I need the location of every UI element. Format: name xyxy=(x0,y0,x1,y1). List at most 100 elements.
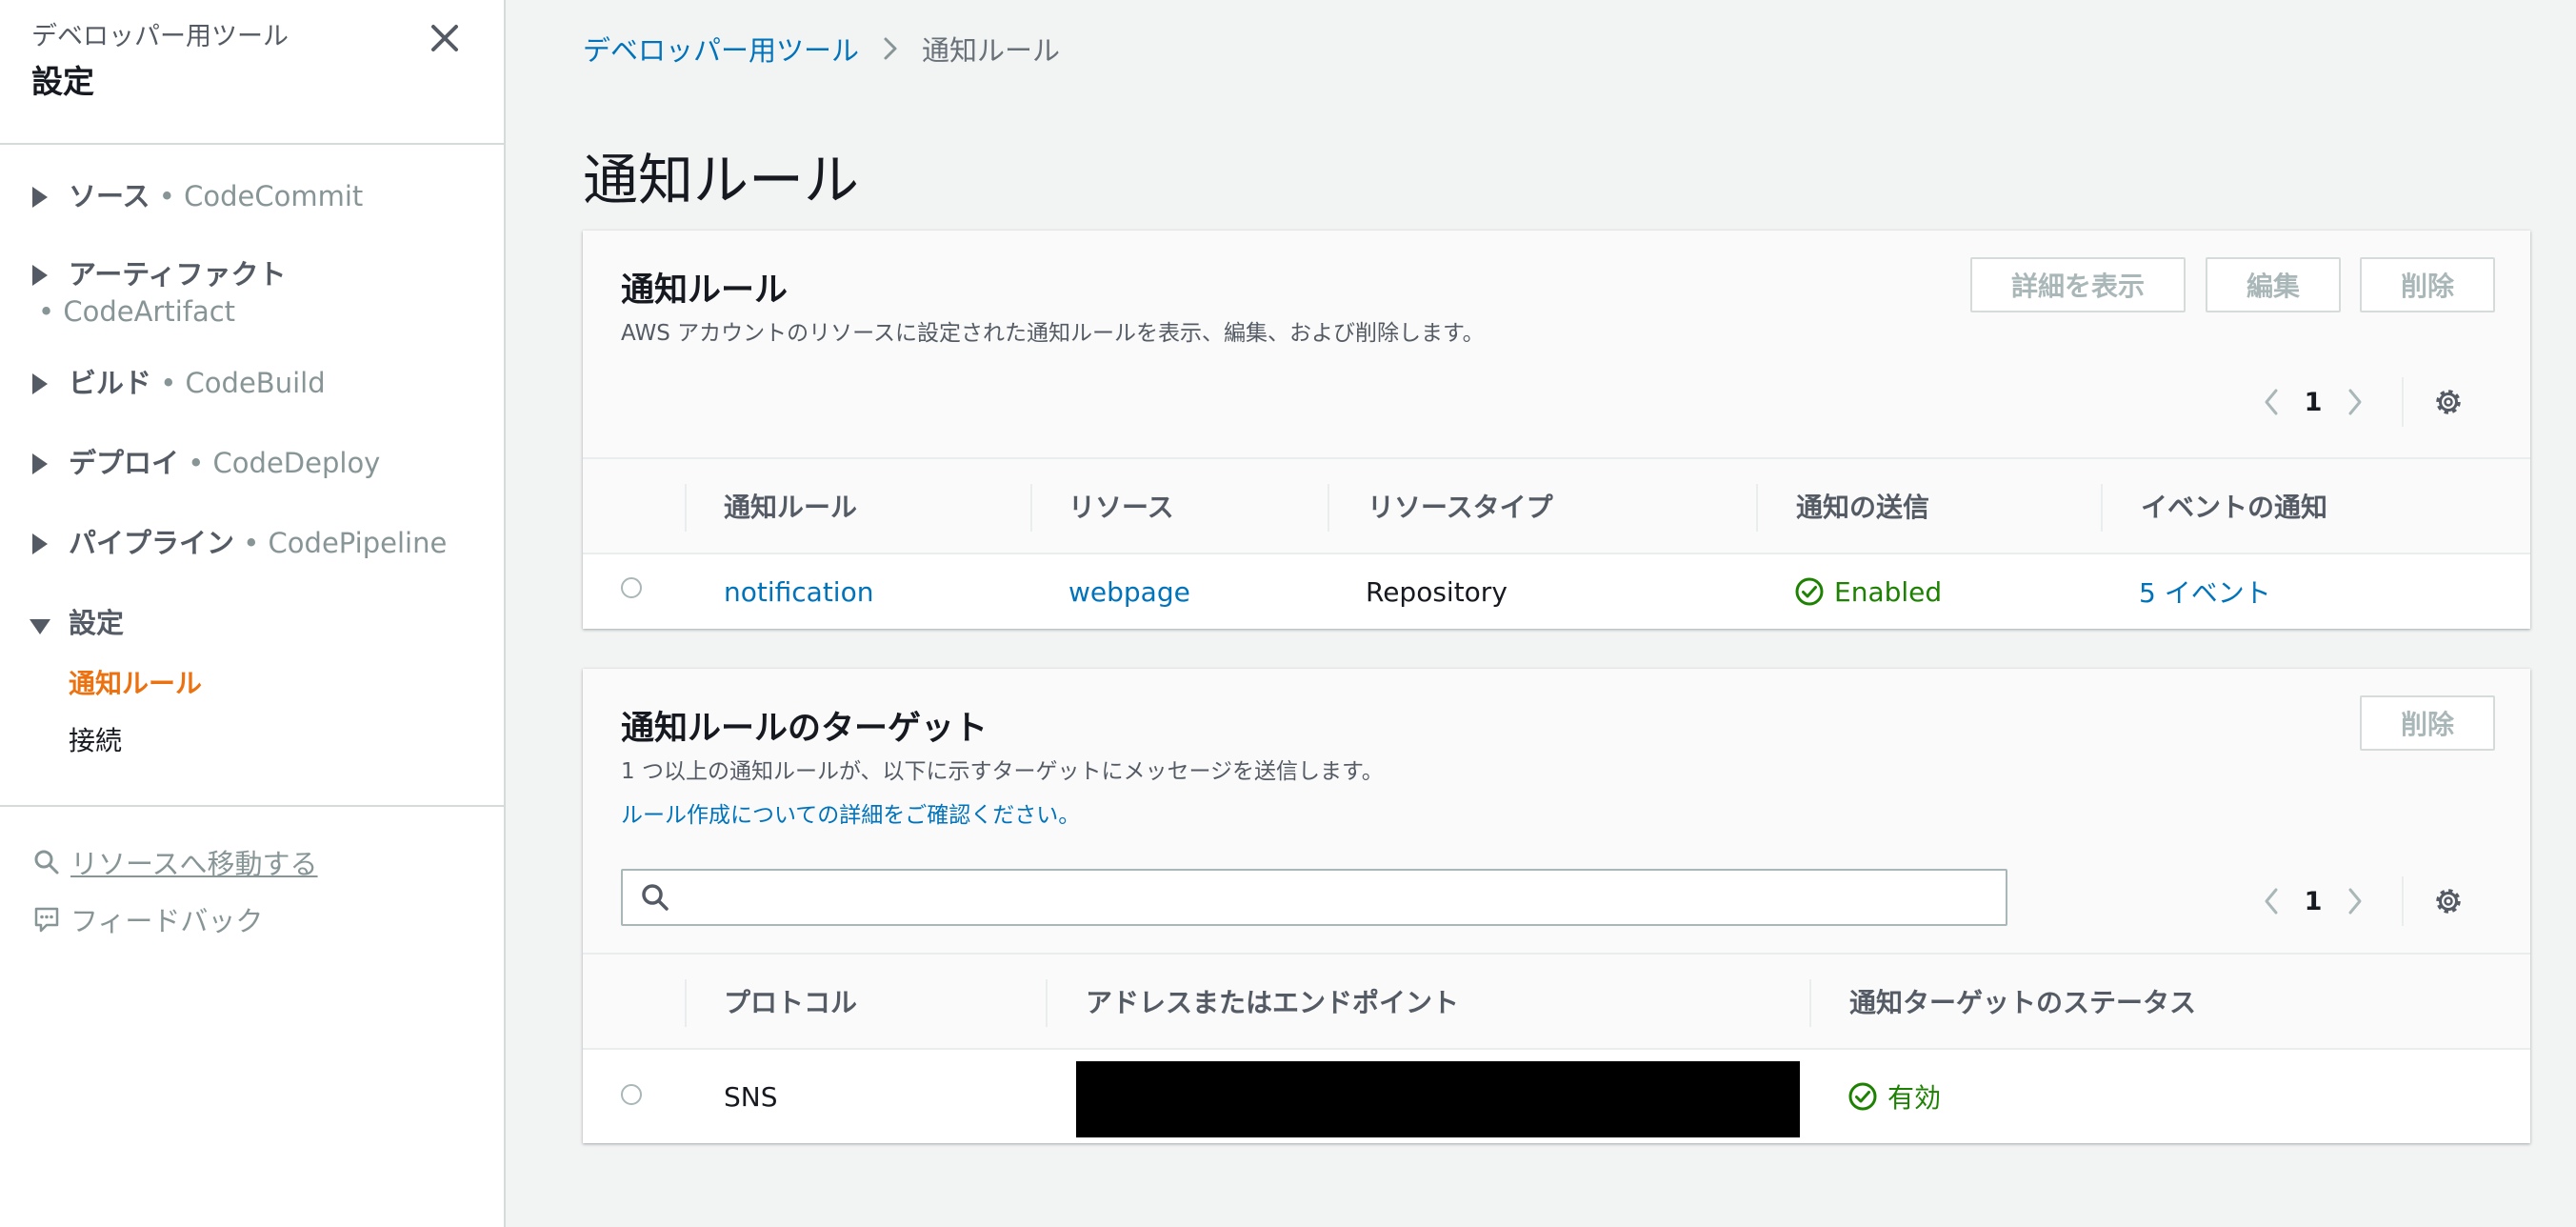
sidebar-item-label: 設定 xyxy=(69,607,125,639)
sidebar-item-label: アーティファクト xyxy=(69,258,287,291)
page-number[interactable]: 1 xyxy=(2282,887,2345,916)
chevron-right-icon[interactable] xyxy=(2345,386,2366,418)
column-separator xyxy=(1328,484,1329,532)
caret-right-icon xyxy=(32,373,48,394)
pagination-divider xyxy=(2402,876,2404,926)
chevron-right-icon xyxy=(880,34,901,63)
feedback-label: フィードバック xyxy=(70,905,264,937)
sidebar-item-label: パイプライン xyxy=(69,527,235,559)
table-header: プロトコル アドレスまたはエンドポイント 通知ターゲットのステータス xyxy=(583,953,2530,1050)
search-field[interactable] xyxy=(621,869,2007,926)
column-header-endpoint[interactable]: アドレスまたはエンドポイント xyxy=(1086,955,1459,1048)
sidebar-item-artifact[interactable]: アーティファクト • CodeArtifact xyxy=(0,255,504,330)
sidebar-parent-link[interactable]: デベロッパー用ツール xyxy=(31,21,466,53)
gear-icon[interactable] xyxy=(2432,885,2465,917)
events-link[interactable]: 5 イベント xyxy=(2139,554,2271,629)
column-header-target-status[interactable]: 通知ターゲットのステータス xyxy=(1849,955,2196,1048)
page-number[interactable]: 1 xyxy=(2282,388,2345,417)
caret-right-icon xyxy=(32,187,48,208)
sidebar-divider xyxy=(0,143,504,145)
sidebar-item-service: • CodeCommit xyxy=(158,180,364,212)
sidebar-item-service: • CodeDeploy xyxy=(188,447,381,479)
row-select-radio[interactable] xyxy=(621,577,642,598)
check-circle-icon xyxy=(1795,577,1824,606)
column-header-events[interactable]: イベントの通知 xyxy=(2141,459,2327,553)
gear-icon[interactable] xyxy=(2432,386,2465,418)
goto-resource-link[interactable]: リソースへ移動する xyxy=(32,842,318,882)
sidebar-item-deploy[interactable]: デプロイ • CodeDeploy xyxy=(0,444,504,482)
sidebar-item-label: ソース xyxy=(69,180,150,212)
column-separator xyxy=(685,484,687,532)
chevron-right-icon[interactable] xyxy=(2345,885,2366,917)
status-badge: Enabled xyxy=(1794,554,1942,629)
caret-right-icon xyxy=(32,453,48,474)
column-separator xyxy=(1756,484,1758,532)
notification-targets-panel: 通知ルールのターゲット 1 つ以上の通知ルールが、以下に示すターゲットにメッセー… xyxy=(583,669,2530,1143)
protocol-value: SNS xyxy=(724,1080,778,1113)
status-text: 有効 xyxy=(1887,1082,1942,1114)
column-header-status[interactable]: 通知の送信 xyxy=(1796,459,1929,553)
check-circle-icon xyxy=(1848,1082,1877,1111)
redacted-endpoint xyxy=(1076,1061,1800,1137)
sidebar-item-label: デプロイ xyxy=(69,447,180,479)
feedback-icon xyxy=(34,907,59,933)
learn-more-link[interactable]: ルール作成についての詳細をご確認ください。 xyxy=(621,796,1080,829)
sidebar-item-label: ビルド xyxy=(69,367,152,399)
pagination: 1 xyxy=(2261,377,2465,427)
search-input[interactable] xyxy=(682,870,2006,925)
edit-button[interactable]: 編集 xyxy=(2206,257,2341,312)
panel-description: 1 つ以上の通知ルールが、以下に示すターゲットにメッセージを送信します。 xyxy=(621,759,1384,784)
status-text: Enabled xyxy=(1834,575,1943,608)
rule-name-link[interactable]: notification xyxy=(724,554,873,629)
search-icon xyxy=(642,884,669,911)
status-badge: 有効 xyxy=(1847,1050,1941,1143)
pagination-divider xyxy=(2402,377,2404,427)
table-row[interactable]: SNS 有効 xyxy=(583,1050,2530,1143)
breadcrumb-current: 通知ルール xyxy=(922,34,1061,67)
sidebar-item-service: • CodePipeline xyxy=(243,527,448,559)
chevron-left-icon[interactable] xyxy=(2261,885,2282,917)
side-navigation: デベロッパー用ツール 設定 ソース • CodeCommit アーティファクト … xyxy=(0,0,506,1227)
column-separator xyxy=(1030,484,1032,532)
column-header-protocol[interactable]: プロトコル xyxy=(724,955,857,1048)
sidebar-item-connections[interactable]: 接続 xyxy=(0,722,504,760)
chevron-left-icon[interactable] xyxy=(2261,386,2282,418)
row-select-radio[interactable] xyxy=(621,1084,642,1105)
table-row[interactable]: notification webpage Repository Enabled … xyxy=(583,554,2530,629)
sidebar-item-notification-rules[interactable]: 通知ルール xyxy=(0,665,504,703)
view-details-button[interactable]: 詳細を表示 xyxy=(1970,257,2186,312)
pagination: 1 xyxy=(2261,876,2465,926)
caret-right-icon xyxy=(32,533,48,554)
delete-button[interactable]: 削除 xyxy=(2360,695,2495,751)
column-header-rule[interactable]: 通知ルール xyxy=(724,459,857,553)
caret-right-icon xyxy=(32,265,48,286)
search-icon xyxy=(34,850,59,875)
sidebar-item-service: • CodeArtifact xyxy=(38,295,236,328)
column-separator xyxy=(2101,484,2103,532)
close-icon[interactable] xyxy=(428,21,462,55)
sidebar-item-build[interactable]: ビルド • CodeBuild xyxy=(0,364,504,402)
feedback-link[interactable]: フィードバック xyxy=(32,899,263,939)
breadcrumb: デベロッパー用ツール 通知ルール xyxy=(583,29,1060,69)
caret-down-icon xyxy=(30,619,50,634)
column-header-resource-type[interactable]: リソースタイプ xyxy=(1368,459,1553,553)
table-header: 通知ルール リソース リソースタイプ 通知の送信 イベントの通知 xyxy=(583,457,2530,554)
sidebar-header: デベロッパー用ツール 設定 xyxy=(31,21,466,101)
panel-header: 通知ルールのターゲット 1 つ以上の通知ルールが、以下に示すターゲットにメッセー… xyxy=(583,669,2530,955)
breadcrumb-parent[interactable]: デベロッパー用ツール xyxy=(583,29,859,69)
panel-title: 通知ルール xyxy=(621,272,789,310)
sidebar-divider xyxy=(0,805,504,807)
sidebar-item-pipeline[interactable]: パイプライン • CodePipeline xyxy=(0,524,504,562)
delete-button[interactable]: 削除 xyxy=(2360,257,2495,312)
notification-rules-panel: 通知ルール AWS アカウントのリソースに設定された通知ルールを表示、編集、およ… xyxy=(583,231,2530,629)
resource-type: Repository xyxy=(1366,575,1508,608)
sidebar-item-service: • CodeBuild xyxy=(160,367,326,399)
panel-description: AWS アカウントのリソースに設定された通知ルールを表示、編集、および削除します… xyxy=(621,321,1485,346)
panel-title: 通知ルールのターゲット xyxy=(621,710,988,748)
sidebar-item-settings[interactable]: 設定 xyxy=(0,604,504,642)
column-header-resource[interactable]: リソース xyxy=(1068,459,1174,553)
column-separator xyxy=(1809,979,1811,1027)
sidebar-title: 設定 xyxy=(31,63,94,100)
sidebar-item-source[interactable]: ソース • CodeCommit xyxy=(0,177,504,215)
resource-link[interactable]: webpage xyxy=(1068,554,1190,629)
